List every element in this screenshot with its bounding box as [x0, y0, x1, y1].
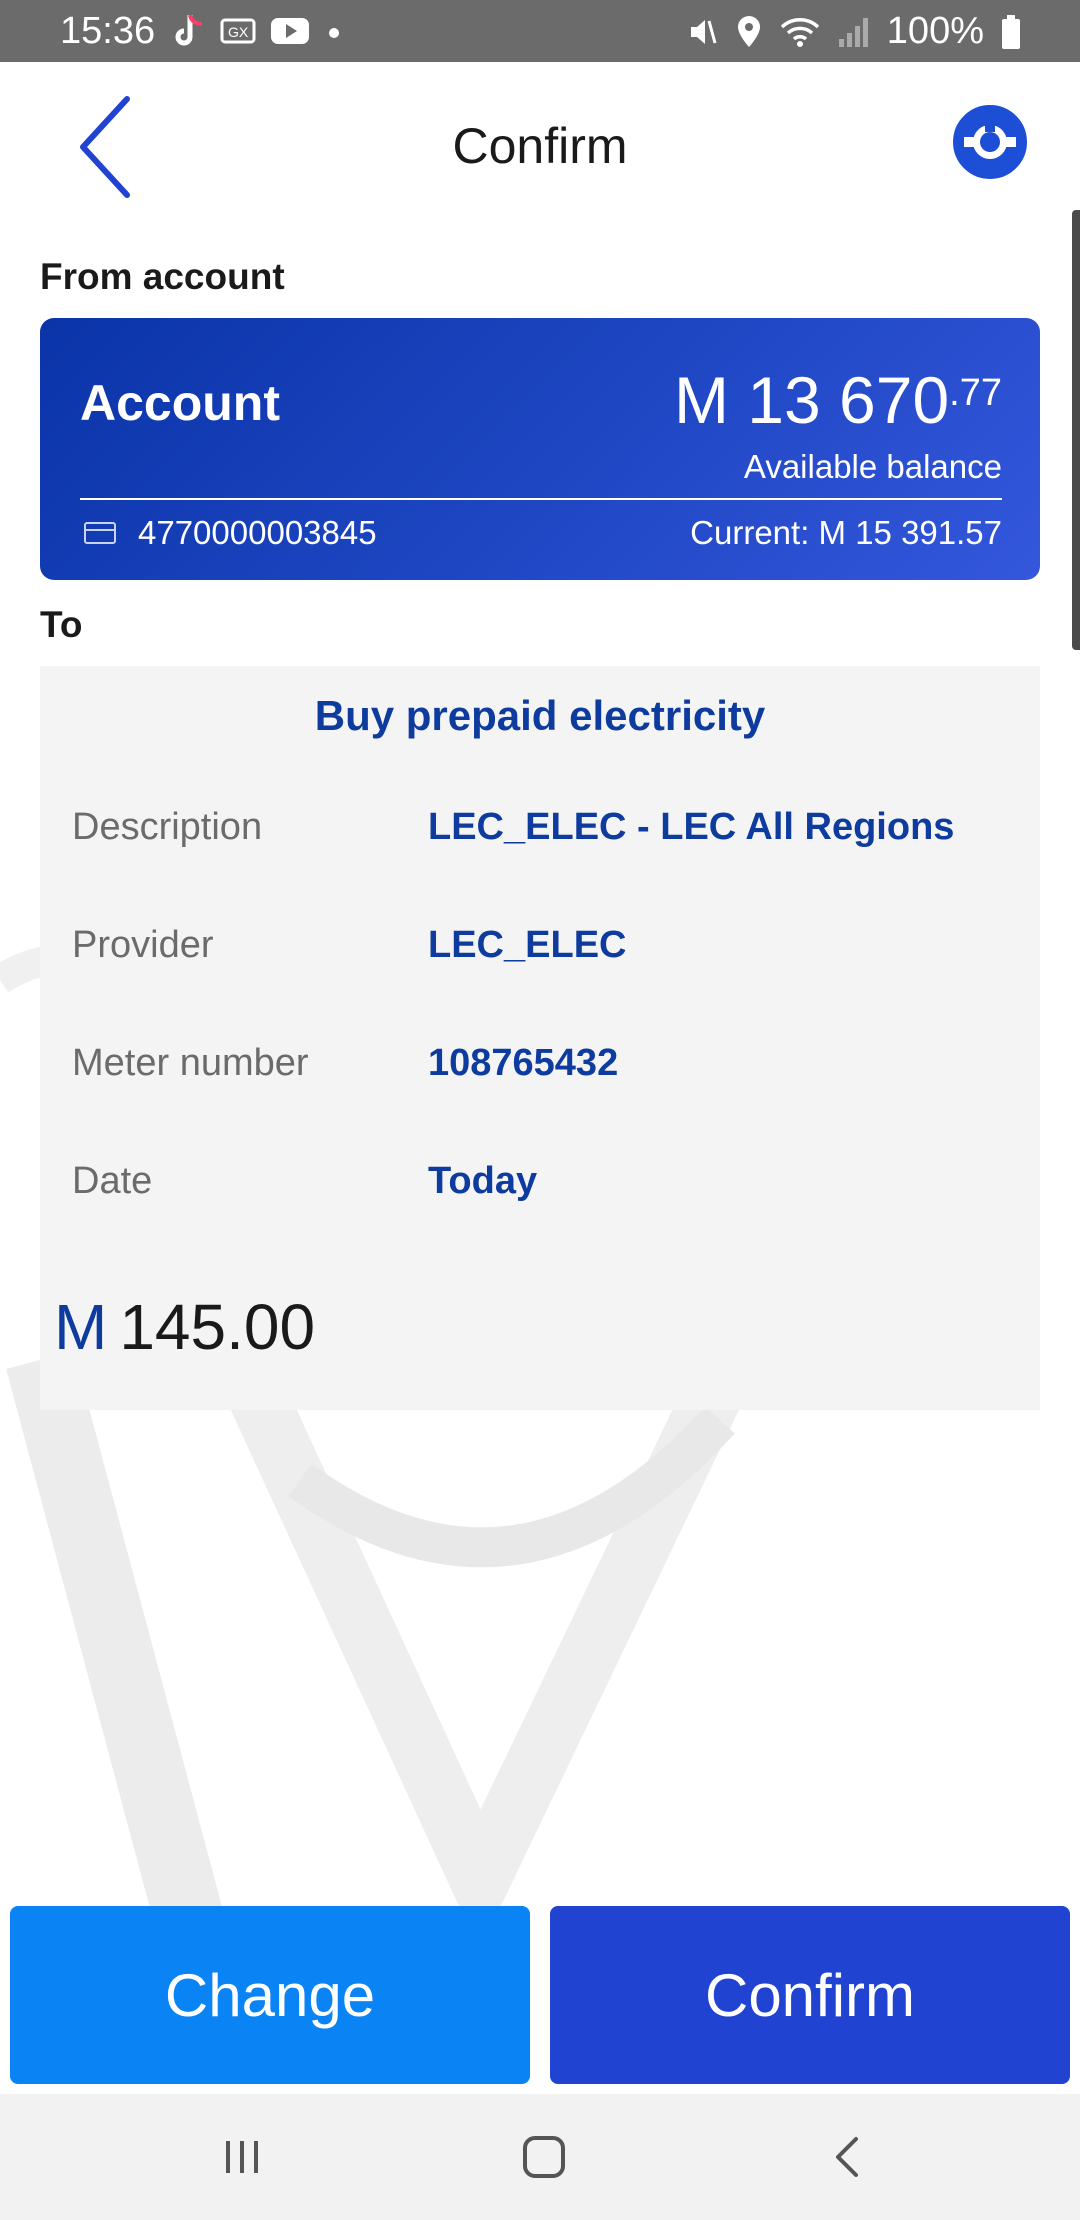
scrollbar[interactable] — [1072, 210, 1080, 650]
from-account-label: From account — [40, 256, 285, 297]
detail-value: Today — [428, 1160, 538, 1202]
signal-icon — [837, 15, 871, 49]
balance-cents: .77 — [949, 372, 1002, 414]
account-number-row: 4770000003845 — [84, 514, 377, 552]
system-icons: 100% — [685, 10, 1022, 53]
confirm-button[interactable]: Confirm — [550, 1906, 1070, 2084]
payment-type-title: Buy prepaid electricity — [314, 692, 766, 739]
system-nav-bar — [0, 2094, 1080, 2220]
help-button[interactable] — [952, 104, 1028, 180]
home-button[interactable] — [504, 2124, 584, 2190]
detail-row-date: Date Today — [72, 1160, 1020, 1220]
account-name: Account — [80, 375, 280, 431]
amount-currency: M — [54, 1291, 108, 1363]
detail-value: LEC_ELEC - LEC All Regions — [428, 806, 955, 848]
change-button[interactable]: Change — [10, 1906, 530, 2084]
recent-apps-button[interactable] — [202, 2124, 282, 2190]
dot-icon — [324, 21, 344, 41]
recent-apps-icon — [226, 2141, 258, 2173]
location-icon — [735, 14, 763, 50]
lifebuoy-icon — [953, 105, 1027, 179]
account-card[interactable]: Account M 13 670 .77 Available balance 4… — [40, 318, 1040, 580]
nav-back-button[interactable] — [808, 2124, 888, 2190]
detail-label: Description — [72, 806, 263, 848]
balance-caption: Available balance — [743, 448, 1002, 485]
battery-percent: 100% — [886, 10, 984, 52]
detail-label: Date — [72, 1160, 153, 1202]
balance-main: M 13 670 — [673, 363, 950, 437]
detail-row-meter-number: Meter number 108765432 — [72, 1042, 1020, 1102]
to-label: To — [40, 604, 83, 645]
message-icon: GX — [220, 16, 256, 46]
available-balance: M 13 670 .77 — [674, 362, 1002, 438]
page-title: Confirm — [452, 118, 628, 174]
tiktok-icon — [172, 13, 206, 49]
mute-icon — [685, 15, 719, 49]
detail-value: 108765432 — [428, 1042, 619, 1084]
payment-amount: M 145.00 — [54, 1290, 315, 1364]
card-divider — [80, 498, 1002, 500]
account-number: 4770000003845 — [138, 514, 377, 551]
status-bar: 15:36 GX 100% — [0, 0, 1080, 62]
app-header: Confirm — [0, 62, 1080, 232]
back-icon — [836, 2137, 858, 2177]
home-icon — [523, 2136, 565, 2178]
status-time: 15:36 — [60, 10, 156, 52]
svg-text:GX: GX — [228, 24, 249, 40]
battery-icon — [1000, 14, 1022, 50]
detail-value: LEC_ELEC — [428, 924, 627, 966]
notification-icons: GX — [172, 12, 344, 50]
current-balance: Current: M 15 391.57 — [690, 514, 1002, 551]
card-icon — [84, 522, 116, 544]
amount-value: 145.00 — [119, 1291, 316, 1363]
wifi-icon — [779, 15, 821, 49]
detail-label: Provider — [72, 924, 214, 966]
detail-label: Meter number — [72, 1042, 309, 1084]
youtube-icon — [270, 16, 310, 46]
payment-details-panel: Buy prepaid electricity Description LEC_… — [40, 666, 1040, 1410]
detail-row-description: Description LEC_ELEC - LEC All Regions — [72, 806, 1020, 866]
detail-row-provider: Provider LEC_ELEC — [72, 924, 1020, 984]
